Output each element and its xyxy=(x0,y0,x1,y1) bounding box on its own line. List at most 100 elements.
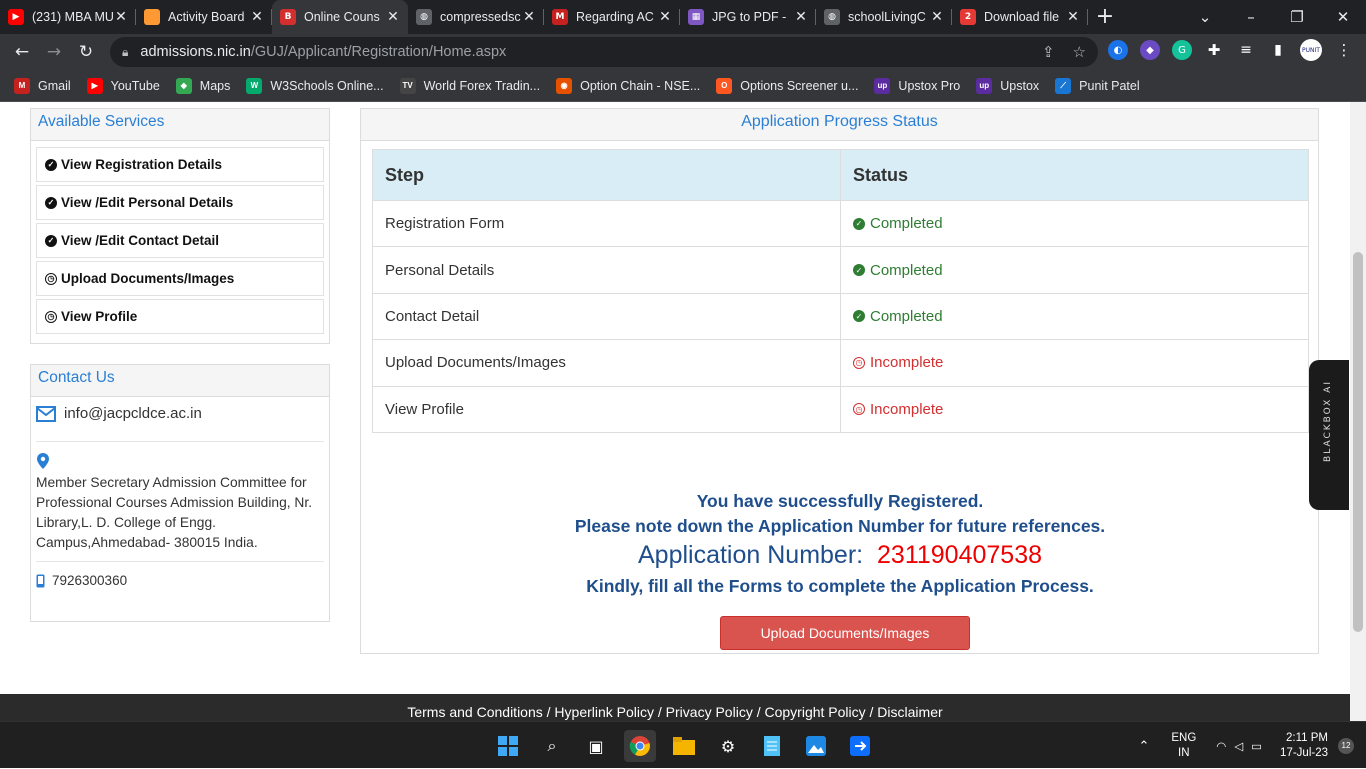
browser-toolbar: ← → ↻ 🔒︎ admissions.nic.in/GUJ/Applicant… xyxy=(0,34,1366,70)
tab-favicon-icon: ◍ xyxy=(416,9,432,25)
address-bar[interactable]: 🔒︎ admissions.nic.in/GUJ/Applicant/Regis… xyxy=(110,37,1098,67)
bookmark-favicon-icon: O xyxy=(716,77,733,94)
browser-tab[interactable]: ▶ (231) MBA MU ✕ xyxy=(0,0,136,34)
profile-avatar[interactable]: PUNIT xyxy=(1300,39,1322,61)
bookmark-item[interactable]: up Upstox Pro xyxy=(874,77,960,94)
progress-title: Application Progress Status xyxy=(361,109,1318,141)
share-icon[interactable]: ⇪ xyxy=(1042,43,1055,61)
browser-tab[interactable]: 2 Download file ✕ xyxy=(952,0,1088,34)
new-tab-button[interactable]: + xyxy=(1088,0,1122,34)
bookmark-label: World Forex Tradin... xyxy=(423,78,541,93)
bookmark-item[interactable]: ◉ Option Chain - NSE... xyxy=(556,77,700,94)
blackbox-ai-label: BLACKBOX AI xyxy=(1323,380,1333,462)
check-circle-icon: ✓ xyxy=(45,234,57,247)
tab-close-icon[interactable]: ✕ xyxy=(522,9,536,25)
chevron-up-icon[interactable]: ⌃ xyxy=(1138,738,1149,754)
bookmark-item[interactable]: ◆ Maps xyxy=(175,77,230,94)
status-text: Incomplete xyxy=(870,400,944,418)
scrollbar-thumb[interactable] xyxy=(1353,252,1363,632)
bookmark-item[interactable]: up Upstox xyxy=(976,77,1039,94)
step-cell: Personal Details xyxy=(372,246,841,294)
blackbox-ai-widget[interactable]: BLACKBOX AI xyxy=(1309,360,1349,510)
bookmark-star-icon[interactable]: ☆ xyxy=(1073,43,1086,61)
app-icon[interactable] xyxy=(844,730,876,762)
tab-close-icon[interactable]: ✕ xyxy=(386,9,400,25)
start-icon[interactable] xyxy=(492,730,524,762)
chrome-icon[interactable] xyxy=(624,730,656,762)
browser-tab[interactable]: M Regarding AC ✕ xyxy=(544,0,680,34)
task-view-icon[interactable]: ▣ xyxy=(580,730,612,762)
language-indicator[interactable]: ENG IN xyxy=(1171,731,1196,761)
tab-favicon-icon: 2 xyxy=(960,9,976,25)
service-link[interactable]: ✓ View /Edit Personal Details xyxy=(36,185,324,220)
page-content: Available Services ✓ View Registration De… xyxy=(0,102,1350,721)
upload-documents-button[interactable]: Upload Documents/Images xyxy=(720,616,970,650)
tab-close-icon[interactable]: ✕ xyxy=(930,9,944,25)
system-tray: ⌃ ENG IN ◠ ◁ ▭ 2:11 PM 17-Jul-23 12 xyxy=(1138,722,1366,769)
bookmark-favicon-icon: ⟋ xyxy=(1055,77,1072,94)
clock-icon: ◷ xyxy=(45,272,57,285)
tab-close-icon[interactable]: ✕ xyxy=(794,9,808,25)
bookmark-item[interactable]: ⟋ Punit Patel xyxy=(1055,77,1140,94)
browser-tab[interactable]: ▦ JPG to PDF - ✕ xyxy=(680,0,816,34)
tab-close-icon[interactable]: ✕ xyxy=(114,9,128,25)
contact-email[interactable]: info@jacpcldce.ac.in xyxy=(64,405,202,422)
battery-icon[interactable]: ▭ xyxy=(1251,739,1262,753)
contact-phone[interactable]: 7926300360 xyxy=(52,573,127,588)
bookmark-item[interactable]: M Gmail xyxy=(14,77,71,94)
tab-favicon-icon: ▶ xyxy=(8,9,24,25)
back-button[interactable]: ← xyxy=(6,42,38,62)
forward-button[interactable]: → xyxy=(38,42,70,62)
browser-tab[interactable]: B Online Couns ✕ xyxy=(272,0,408,34)
service-link[interactable]: ✓ View /Edit Contact Detail xyxy=(36,223,324,258)
extension-icon[interactable]: ◆ xyxy=(1140,40,1160,60)
bookmark-item[interactable]: ▶ YouTube xyxy=(86,77,160,94)
notepad-icon[interactable] xyxy=(756,730,788,762)
puzzle-icon[interactable]: ✚ xyxy=(1204,40,1224,60)
browser-tab[interactable]: Activity Board ✕ xyxy=(136,0,272,34)
minimize-button[interactable]: – xyxy=(1228,0,1274,34)
tab-favicon-icon: ▦ xyxy=(688,9,704,25)
bookmark-item[interactable]: W W3Schools Online... xyxy=(246,77,384,94)
service-link[interactable]: ◷ Upload Documents/Images xyxy=(36,261,324,296)
tab-close-icon[interactable]: ✕ xyxy=(1066,9,1080,25)
tab-close-icon[interactable]: ✕ xyxy=(250,9,264,25)
grammarly-icon[interactable]: G xyxy=(1172,40,1192,60)
bookmark-item[interactable]: O Options Screener u... xyxy=(716,77,858,94)
browser-tab[interactable]: ◍ schoolLivingC ✕ xyxy=(816,0,952,34)
service-link[interactable]: ✓ View Registration Details xyxy=(36,147,324,182)
lock-icon[interactable]: 🔒︎ xyxy=(122,45,128,60)
tab-strip: ▶ (231) MBA MU ✕ Activity Board ✕ B Online Cou… xyxy=(0,0,1366,34)
volume-icon[interactable]: ◁ xyxy=(1234,739,1243,753)
success-message: You have successfully Registered. xyxy=(696,491,984,511)
bookmark-favicon-icon: M xyxy=(14,77,30,94)
bookmark-label: W3Schools Online... xyxy=(270,78,384,93)
reading-list-icon[interactable]: ≡ xyxy=(1236,40,1256,60)
photos-icon[interactable] xyxy=(800,730,832,762)
side-panel-icon[interactable]: ▮ xyxy=(1268,40,1288,60)
clock-icon: ◷ xyxy=(45,310,57,323)
file-explorer-icon[interactable] xyxy=(668,730,700,762)
clock[interactable]: 2:11 PM 17-Jul-23 xyxy=(1280,731,1328,761)
settings-gear-icon[interactable]: ⚙ xyxy=(712,730,744,762)
tab-title: Activity Board xyxy=(168,10,245,24)
wifi-icon[interactable]: ◠ xyxy=(1216,739,1226,753)
tab-favicon-icon: ◍ xyxy=(824,9,840,25)
browser-tab[interactable]: ◍ compressedsc ✕ xyxy=(408,0,544,34)
extension-icon[interactable]: ◐ xyxy=(1108,40,1128,60)
page-scrollbar[interactable] xyxy=(1350,102,1366,721)
check-circle-icon: ✓ xyxy=(853,264,865,277)
status-text: Completed xyxy=(870,215,943,233)
search-icon[interactable]: ⌕ xyxy=(536,730,568,762)
tab-close-icon[interactable]: ✕ xyxy=(658,9,672,25)
close-window-button[interactable]: ✕ xyxy=(1320,0,1366,34)
service-link[interactable]: ◷ View Profile xyxy=(36,299,324,334)
region-label: IN xyxy=(1178,746,1190,759)
footer-links[interactable]: Terms and Conditions / Hyperlink Policy … xyxy=(0,694,1350,721)
tab-search-icon[interactable]: ⌄ xyxy=(1182,0,1228,34)
restore-button[interactable]: ❐ xyxy=(1274,0,1320,34)
notification-badge[interactable]: 12 xyxy=(1338,737,1354,754)
bookmark-item[interactable]: TV World Forex Tradin... xyxy=(399,77,541,94)
reload-button[interactable]: ↻ xyxy=(70,42,102,62)
menu-icon[interactable]: ⋮ xyxy=(1334,40,1354,60)
